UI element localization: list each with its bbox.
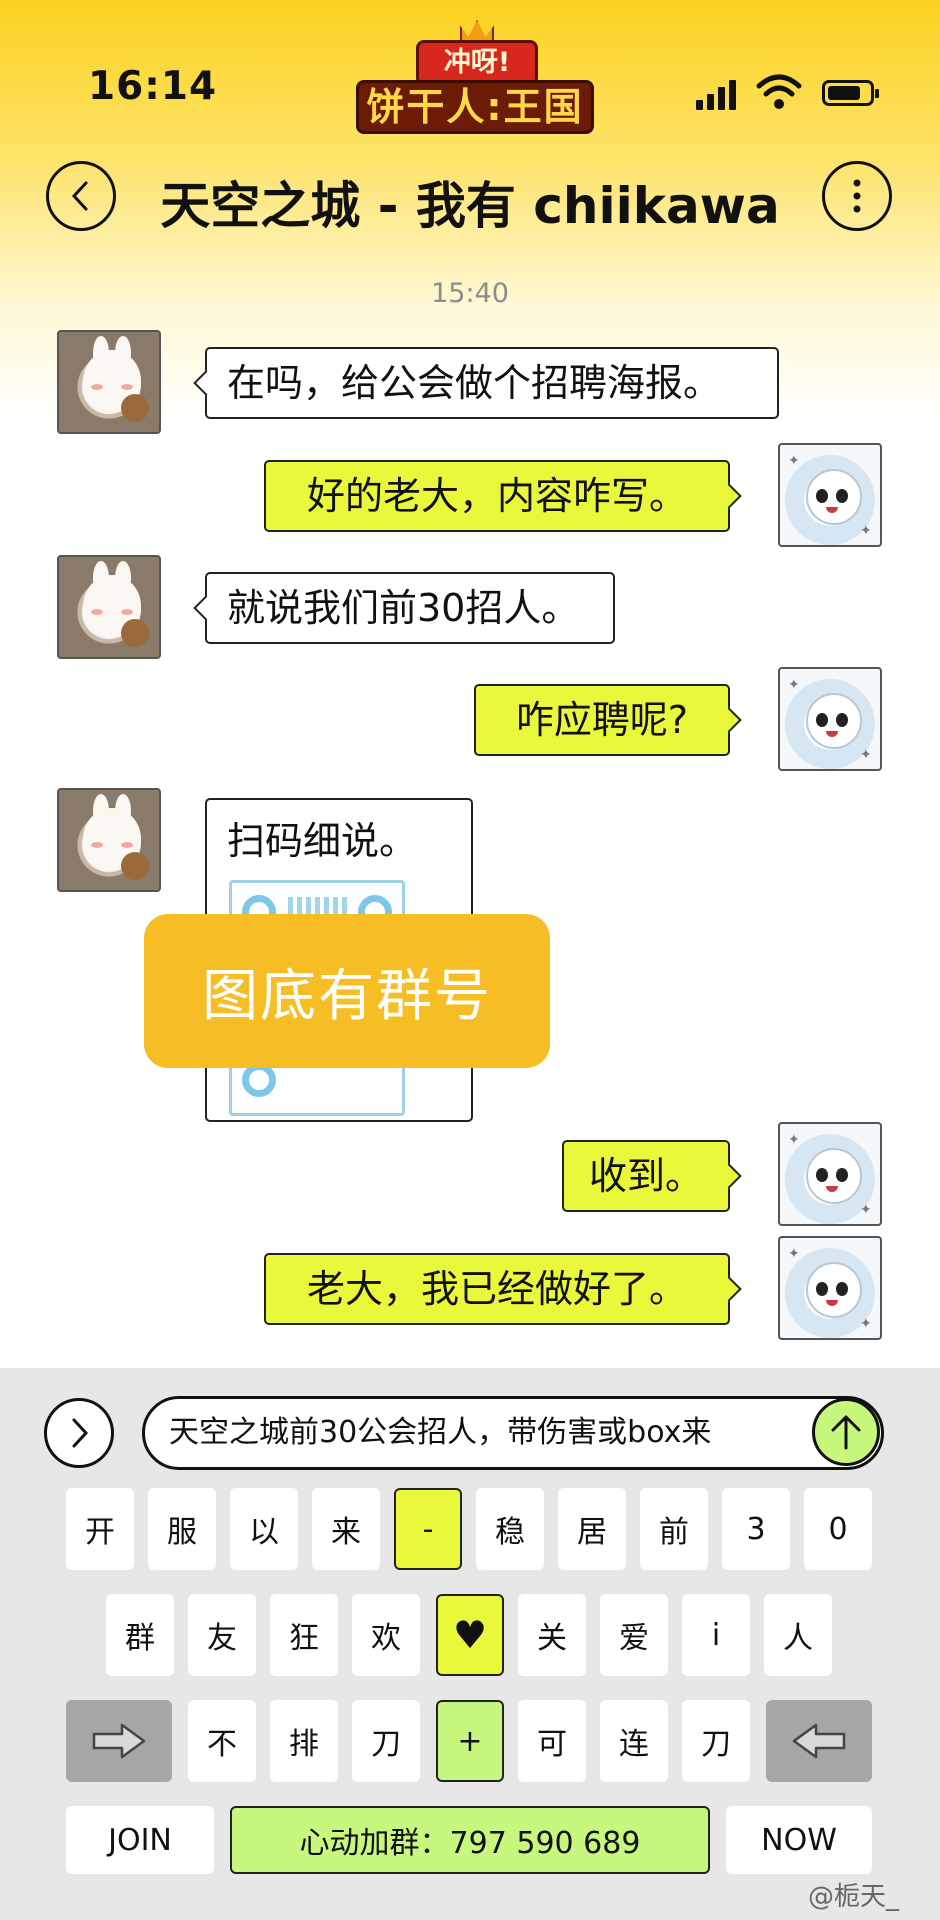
key-dash[interactable]: - xyxy=(394,1488,462,1570)
expand-button[interactable] xyxy=(44,1398,114,1468)
message-bubble: 咋应聘呢? xyxy=(474,684,730,756)
key[interactable]: 来 xyxy=(312,1488,380,1570)
key[interactable]: i xyxy=(682,1594,750,1676)
message-bubble: 在吗，给公会做个招聘海报。 xyxy=(205,347,779,419)
watermark: @栀天_ xyxy=(808,1882,900,1912)
signal-icon xyxy=(696,78,742,110)
key[interactable]: 稳 xyxy=(476,1488,544,1570)
avatar[interactable] xyxy=(57,555,161,659)
avatar[interactable]: ✦ ✦ xyxy=(778,1236,882,1340)
back-button[interactable] xyxy=(46,161,116,231)
key[interactable]: 开 xyxy=(66,1488,134,1570)
key-heart[interactable]: ♥ xyxy=(436,1594,504,1676)
key[interactable]: 友 xyxy=(188,1594,256,1676)
message-bubble: 老大，我已经做好了。 xyxy=(264,1253,730,1325)
chevron-left-icon xyxy=(71,181,88,211)
key[interactable]: 关 xyxy=(518,1594,586,1676)
logo-main-text: 饼干人:王国 xyxy=(356,80,594,134)
group-number-key[interactable]: 心动加群：797 590 689 xyxy=(230,1806,710,1874)
key[interactable]: 连 xyxy=(600,1700,668,1782)
wifi-icon xyxy=(756,74,802,109)
send-button[interactable] xyxy=(812,1398,880,1466)
key[interactable]: 爱 xyxy=(600,1594,668,1676)
avatar[interactable]: ✦ ✦ xyxy=(778,1122,882,1226)
key[interactable]: 欢 xyxy=(352,1594,420,1676)
overlay-banner: 图底有群号 xyxy=(144,914,550,1068)
key[interactable]: 0 xyxy=(804,1488,872,1570)
message-input[interactable]: 天空之城前30公会招人，带伤害或box来 xyxy=(142,1396,884,1470)
avatar[interactable] xyxy=(57,330,161,434)
key[interactable]: 不 xyxy=(188,1700,256,1782)
key[interactable]: 前 xyxy=(640,1488,708,1570)
message-bubble: 收到。 xyxy=(562,1140,730,1212)
key[interactable]: 居 xyxy=(558,1488,626,1570)
arrow-up-icon xyxy=(831,1415,861,1450)
more-button[interactable] xyxy=(822,161,892,231)
key[interactable]: 排 xyxy=(270,1700,338,1782)
key[interactable]: 以 xyxy=(230,1488,298,1570)
chat-title: 天空之城 - 我有 chiikawa xyxy=(160,177,780,235)
shift-key[interactable] xyxy=(66,1700,172,1782)
key[interactable]: 人 xyxy=(764,1594,832,1676)
key[interactable]: 群 xyxy=(106,1594,174,1676)
chevron-right-icon xyxy=(72,1418,89,1448)
message-bubble: 好的老大，内容咋写。 xyxy=(264,460,730,532)
avatar[interactable] xyxy=(57,788,161,892)
key[interactable]: 服 xyxy=(148,1488,216,1570)
key[interactable]: 狂 xyxy=(270,1594,338,1676)
status-time: 16:14 xyxy=(88,64,218,109)
arrow-left-outline-icon xyxy=(792,1723,846,1759)
key[interactable]: 可 xyxy=(518,1700,586,1782)
battery-icon xyxy=(822,80,879,106)
avatar[interactable]: ✦ ✦ xyxy=(778,667,882,771)
game-logo: 冲呀! 饼干人:王国 xyxy=(356,20,594,134)
now-key[interactable]: NOW xyxy=(726,1806,872,1874)
key-plus[interactable]: + xyxy=(436,1700,504,1782)
arrow-right-outline-icon xyxy=(92,1723,146,1759)
message-bubble: 就说我们前30招人。 xyxy=(205,572,615,644)
avatar[interactable]: ✦ ✦ xyxy=(778,443,882,547)
join-key[interactable]: JOIN xyxy=(66,1806,214,1874)
backspace-key[interactable] xyxy=(766,1700,872,1782)
key[interactable]: 3 xyxy=(722,1488,790,1570)
message-text: 扫码细说。 xyxy=(227,819,418,863)
chat-timestamp: 15:40 xyxy=(431,278,509,309)
key[interactable]: 刀 xyxy=(682,1700,750,1782)
more-vertical-icon xyxy=(853,179,861,213)
key[interactable]: 刀 xyxy=(352,1700,420,1782)
